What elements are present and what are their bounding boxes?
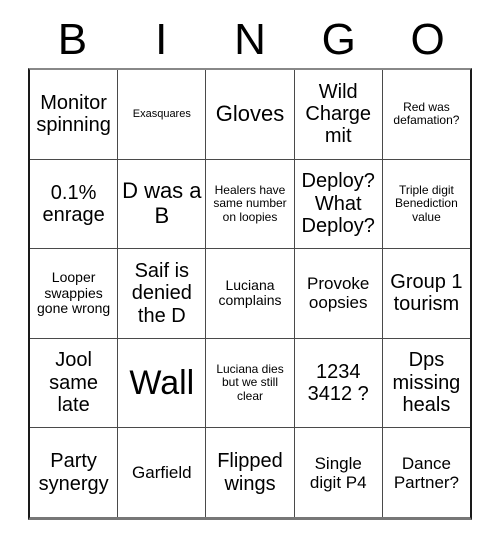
bingo-cell-b5[interactable]: Party synergy <box>30 428 119 517</box>
bingo-cell-o5[interactable]: Dance Partner? <box>382 428 471 517</box>
bingo-cell-i1[interactable]: Exasquares <box>118 70 207 159</box>
bingo-cell-g2[interactable]: Deploy? What Deploy? <box>294 159 383 249</box>
bingo-cell-label: Single digit P4 <box>309 453 367 492</box>
bingo-cell-label: Red was defamation? <box>393 99 460 128</box>
bingo-cell-label: Triple digit Benediction value <box>395 182 458 224</box>
bingo-cell-label: Exasquares <box>132 108 191 121</box>
bingo-grid: Monitor spinning Exasquares Gloves Wild … <box>28 68 472 520</box>
bingo-header: B I N G O <box>28 18 472 62</box>
bingo-cell-label: Luciana complains <box>218 276 282 309</box>
bingo-cell-b1[interactable]: Monitor spinning <box>30 70 119 159</box>
bingo-cell-label: D was a B <box>122 178 202 228</box>
bingo-cell-label: Wall <box>129 364 195 403</box>
bingo-cell-label: Dps missing heals <box>392 349 461 417</box>
bingo-cell-label: Group 1 tourism <box>390 271 463 316</box>
bingo-cell-label: Healers have same number on loopies <box>213 182 287 224</box>
bingo-header-letter-o: O <box>410 15 445 64</box>
bingo-cell-n5[interactable]: Flipped wings <box>206 428 295 517</box>
bingo-cell-label: Party synergy <box>38 450 109 495</box>
bingo-cell-n3[interactable]: Luciana complains <box>206 249 295 338</box>
bingo-cell-label: Jool same late <box>49 349 99 417</box>
bingo-cell-i5[interactable]: Garfield <box>118 428 207 517</box>
bingo-cell-label: Garfield <box>132 463 192 483</box>
bingo-cell-o1[interactable]: Red was defamation? <box>382 70 471 159</box>
bingo-header-letter-g: G <box>321 15 356 64</box>
bingo-cell-label: Flipped wings <box>217 450 283 495</box>
bingo-cell-o3[interactable]: Group 1 tourism <box>382 249 471 338</box>
bingo-row-3: Looper swappies gone wrong Saif is denie… <box>30 249 471 339</box>
bingo-card: B I N G O Monitor spinning Exasquares Gl… <box>0 0 500 544</box>
bingo-cell-n4[interactable]: Luciana dies but we still clear <box>206 338 295 428</box>
bingo-row-1: Monitor spinning Exasquares Gloves Wild … <box>30 70 471 160</box>
bingo-cell-b4[interactable]: Jool same late <box>30 338 119 428</box>
bingo-cell-i3[interactable]: Saif is denied the D <box>118 249 207 338</box>
bingo-cell-label: Provoke oopsies <box>307 274 370 313</box>
bingo-header-letter-n: N <box>234 15 266 64</box>
bingo-cell-g3[interactable]: Provoke oopsies <box>294 249 383 338</box>
bingo-row-2: 0.1% enrage D was a B Healers have same … <box>30 159 471 250</box>
bingo-cell-label: Saif is denied the D <box>131 259 192 327</box>
bingo-cell-g4[interactable]: 1234 3412 ? <box>294 338 383 428</box>
bingo-row-4: Jool same late Wall Luciana dies but we … <box>30 338 471 429</box>
bingo-cell-label: 1234 3412 ? <box>307 360 369 406</box>
bingo-cell-i2[interactable]: D was a B <box>118 159 207 249</box>
bingo-cell-label: 0.1% enrage <box>42 181 105 226</box>
bingo-cell-b2[interactable]: 0.1% enrage <box>30 159 119 249</box>
bingo-cell-o2[interactable]: Triple digit Benediction value <box>382 159 471 249</box>
bingo-cell-label: Wild Charge mit <box>305 80 372 148</box>
bingo-header-letter-i: I <box>155 15 168 64</box>
bingo-row-5: Party synergy Garfield Flipped wings Sin… <box>30 428 471 517</box>
bingo-cell-label: Gloves <box>215 100 285 126</box>
bingo-cell-g5[interactable]: Single digit P4 <box>294 428 383 517</box>
bingo-cell-n1[interactable]: Gloves <box>206 70 295 159</box>
bingo-cell-i4[interactable]: Wall <box>118 338 207 428</box>
bingo-header-letter-b: B <box>57 15 88 64</box>
bingo-cell-label: Luciana dies but we still clear <box>216 361 284 403</box>
bingo-cell-g1[interactable]: Wild Charge mit <box>294 70 383 159</box>
bingo-cell-b3[interactable]: Looper swappies gone wrong <box>30 249 119 338</box>
bingo-cell-label: Dance Partner? <box>393 453 460 492</box>
bingo-cell-label: Deploy? What Deploy? <box>301 170 375 238</box>
bingo-cell-label: Looper swappies gone wrong <box>37 268 111 317</box>
bingo-cell-o4[interactable]: Dps missing heals <box>382 338 471 428</box>
bingo-cell-label: Monitor spinning <box>36 91 111 137</box>
bingo-cell-n2[interactable]: Healers have same number on loopies <box>206 159 295 249</box>
